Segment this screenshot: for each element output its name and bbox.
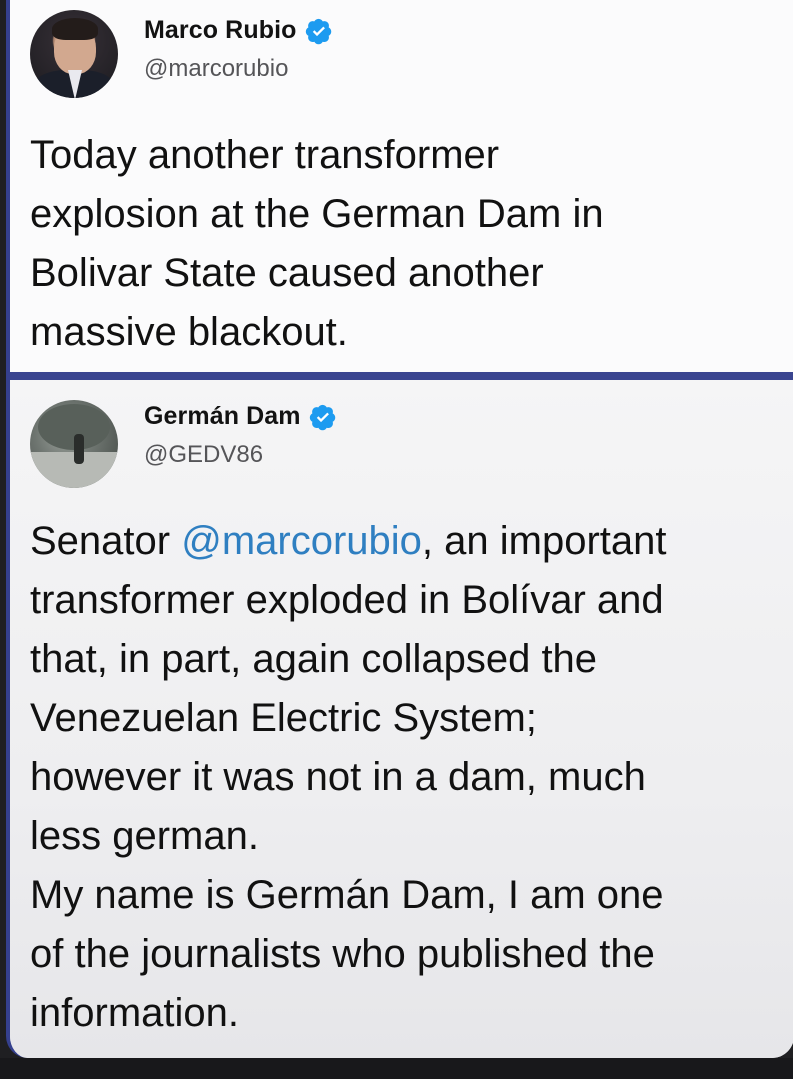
name-row: Marco Rubio: [144, 16, 333, 45]
tweet-card: Marco Rubio @marcorubio Today another tr…: [6, 0, 793, 1058]
tweet-header: Germán Dam @GEDV86: [30, 400, 337, 488]
verified-badge-icon: [305, 18, 331, 44]
avatar-figure: [74, 434, 84, 464]
avatar-hair: [52, 18, 98, 40]
verified-badge-icon: [309, 404, 335, 430]
author-identity: Germán Dam @GEDV86: [144, 402, 337, 469]
tweet-divider: [10, 372, 793, 380]
body-prefix: Senator: [30, 519, 182, 563]
author-identity: Marco Rubio @marcorubio: [144, 16, 333, 83]
tweet-body: Senator @marcorubio, an important transf…: [30, 512, 780, 1043]
author-handle[interactable]: @marcorubio: [144, 55, 333, 83]
tweet-header: Marco Rubio @marcorubio: [30, 10, 333, 98]
tweet-body: Today another transformer explosion at t…: [30, 133, 604, 354]
author-name[interactable]: Marco Rubio: [144, 16, 297, 45]
name-row: Germán Dam: [144, 402, 337, 431]
tweet-rubio[interactable]: Marco Rubio @marcorubio Today another tr…: [10, 0, 793, 372]
tweet-german-dam[interactable]: Germán Dam @GEDV86 Senator @marcorubio, …: [10, 380, 793, 1058]
author-handle[interactable]: @GEDV86: [144, 441, 337, 469]
screenshot-stage: Marco Rubio @marcorubio Today another tr…: [0, 0, 793, 1079]
avatar[interactable]: [30, 10, 118, 98]
avatar[interactable]: [30, 400, 118, 488]
mention-link[interactable]: @marcorubio: [181, 519, 422, 563]
body-suffix: , an important transformer exploded in B…: [30, 519, 667, 1035]
author-name[interactable]: Germán Dam: [144, 402, 301, 431]
bottom-shadow: [0, 1058, 793, 1079]
